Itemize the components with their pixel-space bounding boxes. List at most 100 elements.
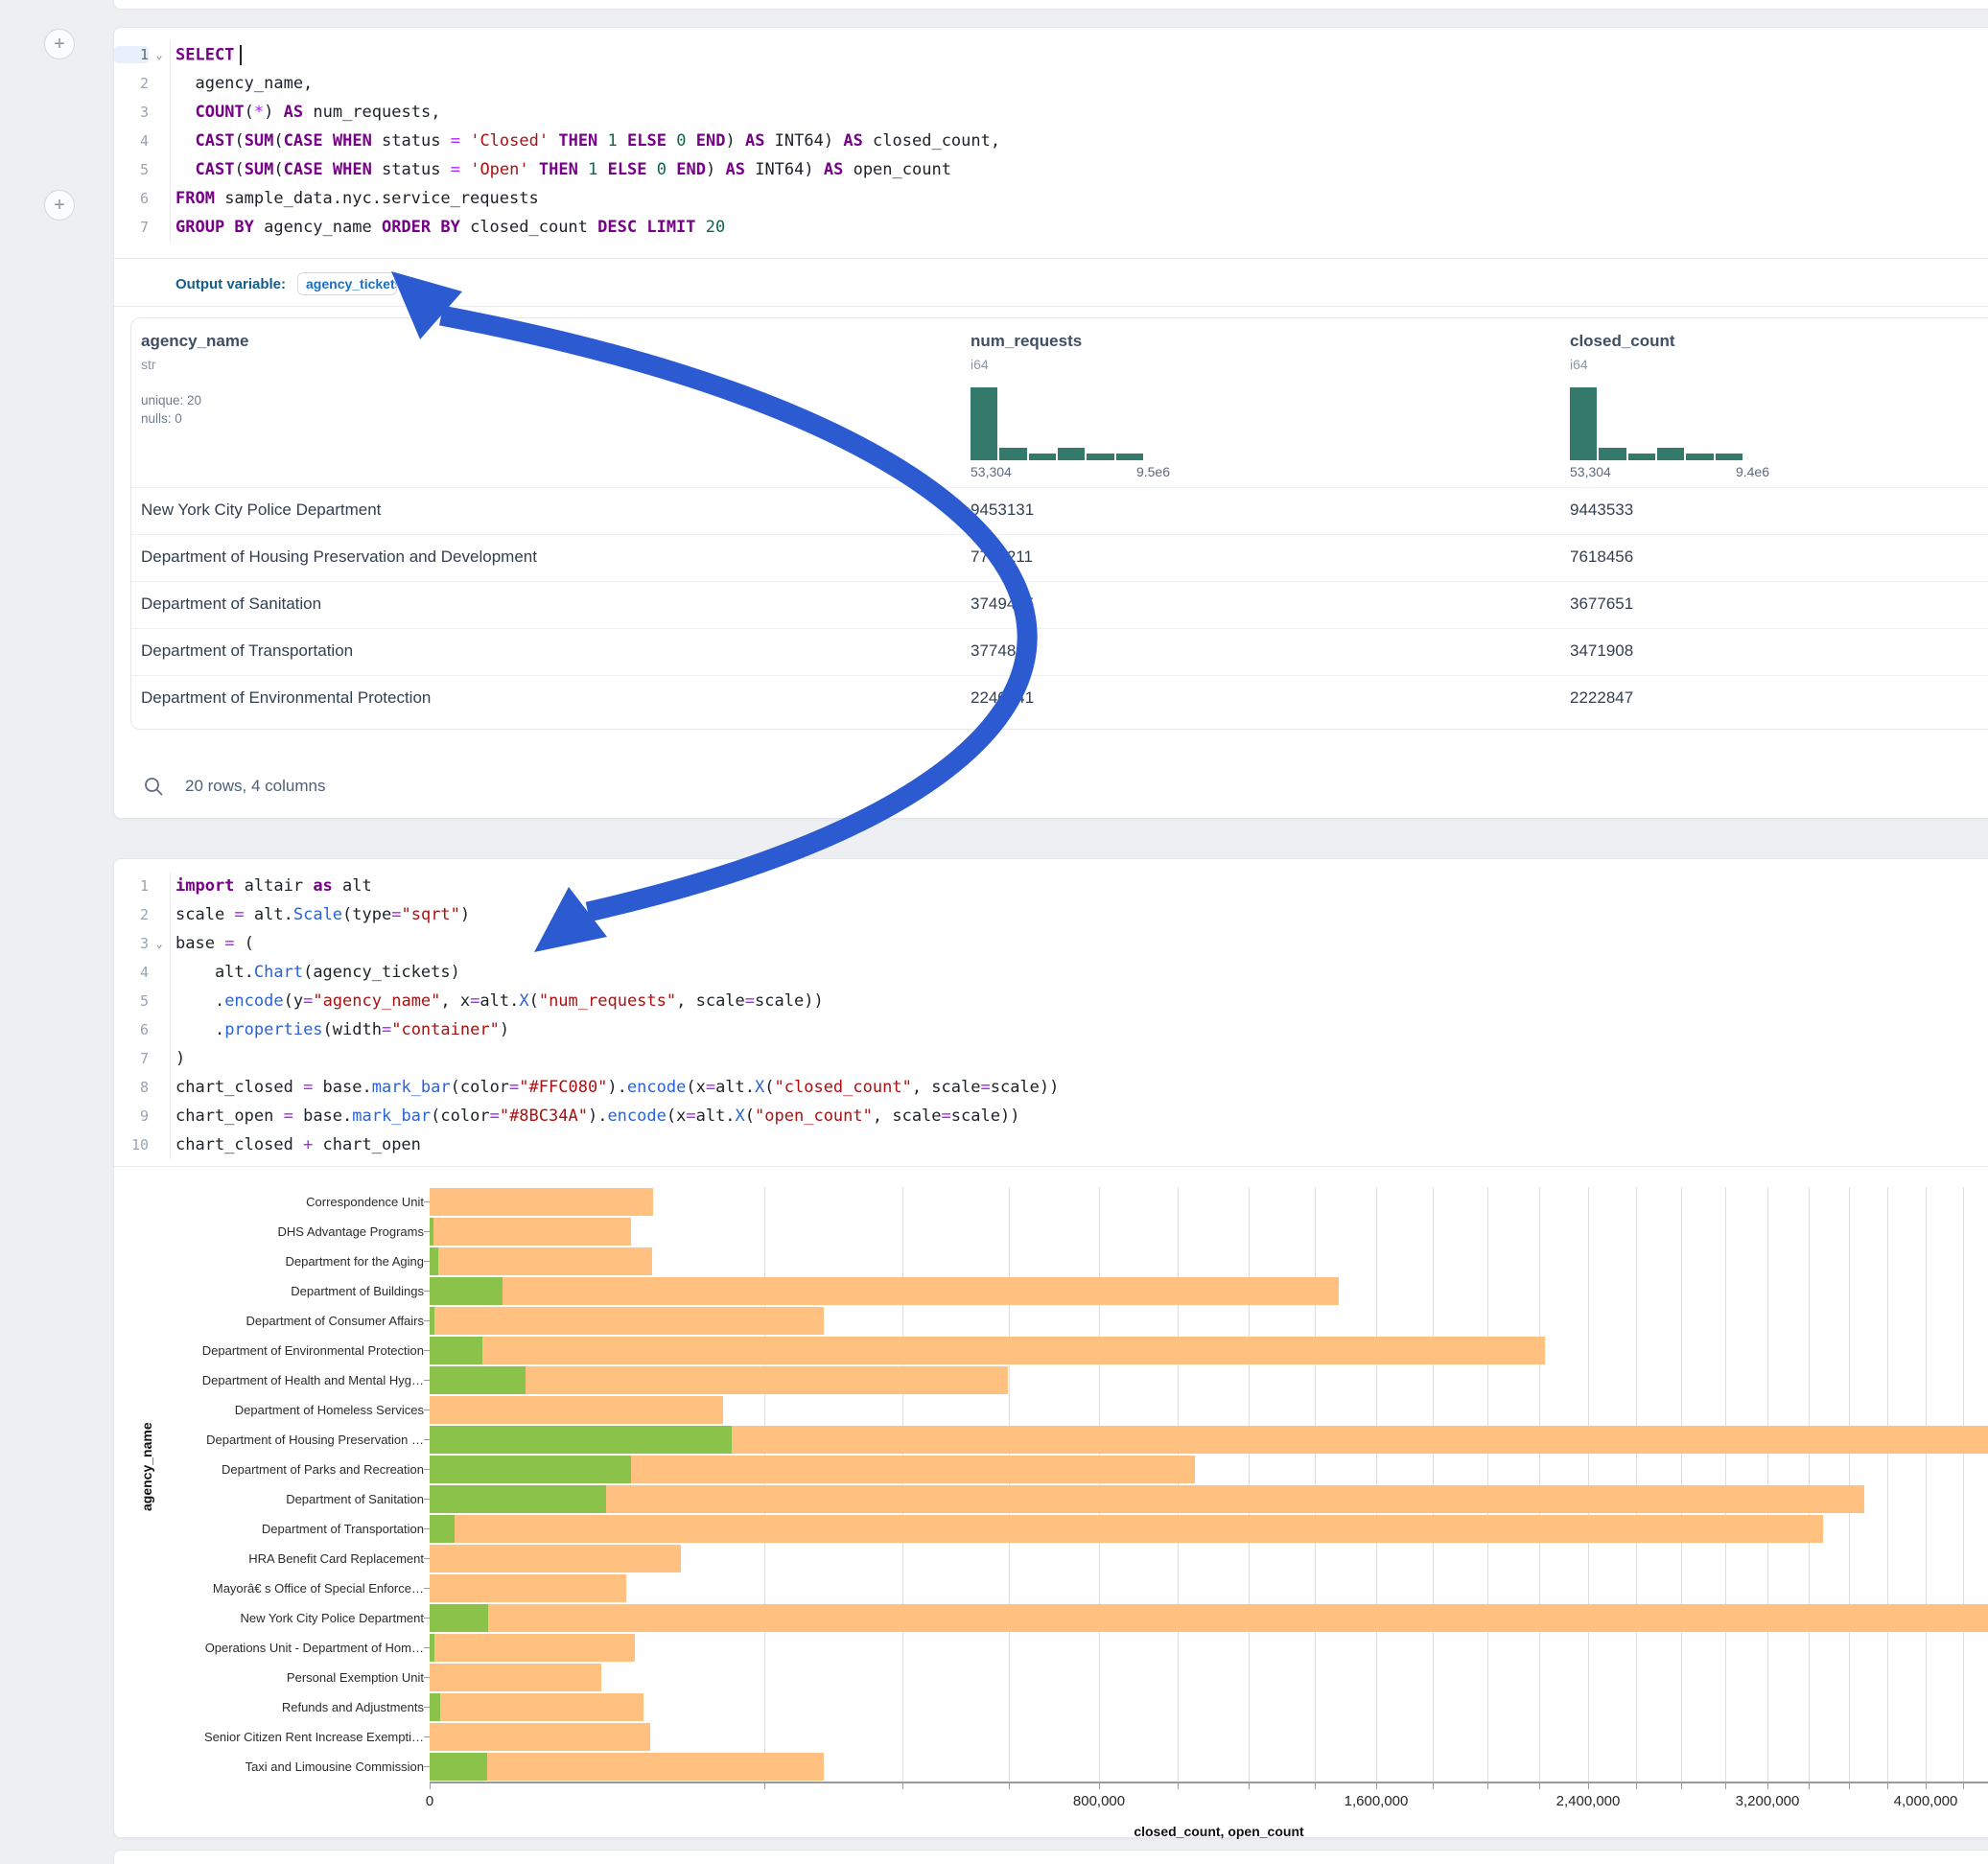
code-line[interactable]: 9chart_open = base.mark_bar(color="#8BC3… [114, 1102, 1988, 1130]
code-line[interactable]: 1import altair as alt [114, 872, 1988, 900]
closed-count-bar[interactable] [430, 1247, 652, 1275]
closed-count-bar[interactable] [430, 1515, 1823, 1543]
collapse-chevron-icon[interactable]: ⌄ [149, 937, 170, 950]
line-number: 5 [114, 992, 149, 1010]
code-text: base = ( [175, 934, 254, 953]
code-line[interactable]: 3⌄base = ( [114, 929, 1988, 958]
y-axis-tick [424, 1558, 430, 1559]
closed-count-bar[interactable] [430, 1307, 824, 1335]
closed-count-bar[interactable] [430, 1218, 631, 1246]
open-count-bar[interactable] [430, 1485, 606, 1513]
closed-count-histogram [1570, 387, 1742, 460]
line-number: 2 [114, 906, 149, 923]
open-count-bar[interactable] [430, 1337, 482, 1364]
add-cell-button-between[interactable]: + [44, 190, 75, 221]
y-axis-label: Department of Consumer Affairs [117, 1314, 424, 1328]
closed-count-bar[interactable] [430, 1277, 1339, 1305]
x-axis-tick [1809, 1783, 1810, 1789]
table-row[interactable]: Department of Transportation377489234719… [131, 628, 1988, 675]
add-cell-button-top[interactable]: + [44, 29, 75, 59]
code-line[interactable]: 6FROM sample_data.nyc.service_requests [114, 184, 1988, 213]
closed-count-bar[interactable] [430, 1337, 1545, 1364]
chart-row [430, 1722, 1988, 1752]
x-axis-tick [1376, 1783, 1377, 1789]
open-count-bar[interactable] [430, 1456, 631, 1483]
code-line[interactable]: 2 agency_name, [114, 69, 1988, 98]
open-count-bar[interactable] [430, 1693, 440, 1721]
y-axis-label: Correspondence Unit [117, 1195, 424, 1209]
code-text: GROUP BY agency_name ORDER BY closed_cou… [175, 218, 725, 237]
cell-agency-name: Department of Environmental Protection [141, 688, 431, 708]
hist-max-label: 9.5e6 [1136, 464, 1170, 479]
closed-count-bar[interactable] [430, 1634, 635, 1662]
table-row[interactable]: Department of Sanitation37494853677651 [131, 581, 1988, 628]
next-cell-edge [113, 1850, 1988, 1864]
open-count-bar[interactable] [430, 1307, 434, 1335]
code-line[interactable]: 5 CAST(SUM(CASE WHEN status = 'Open' THE… [114, 155, 1988, 184]
x-axis-tick [1009, 1783, 1010, 1789]
code-line[interactable]: 7GROUP BY agency_name ORDER BY closed_co… [114, 213, 1988, 242]
cell-agency-name: Department of Housing Preservation and D… [141, 548, 537, 567]
x-axis-title: closed_count, open_count [430, 1824, 1988, 1839]
y-axis-tick [424, 1499, 430, 1500]
x-axis-tick-label: 2,400,000 [1556, 1793, 1621, 1809]
x-axis-tick [1926, 1783, 1927, 1789]
chart-row [430, 1187, 1988, 1217]
cell-closed-count: 7618456 [1570, 548, 1633, 567]
closed-count-bar[interactable] [430, 1693, 643, 1721]
code-line[interactable]: 4 alt.Chart(agency_tickets) [114, 958, 1988, 987]
histogram-bar [1029, 454, 1056, 460]
code-line[interactable]: 10chart_closed + chart_open [114, 1130, 1988, 1159]
table-row[interactable]: Department of Housing Preservation and D… [131, 534, 1988, 581]
open-count-bar[interactable] [430, 1247, 438, 1275]
collapse-chevron-icon[interactable]: ⌄ [149, 48, 170, 61]
closed-count-bar[interactable] [430, 1188, 653, 1216]
code-line[interactable]: 1⌄SELECT [114, 40, 1988, 69]
y-axis-label: Department of Parks and Recreation [117, 1462, 424, 1477]
python-code-editor[interactable]: 1import altair as alt2scale = alt.Scale(… [114, 859, 1988, 1169]
table-row[interactable]: New York City Police Department945313194… [131, 487, 1988, 534]
code-line[interactable]: 7) [114, 1044, 1988, 1073]
closed-count-bar[interactable] [430, 1753, 824, 1781]
line-number: 2 [114, 75, 149, 92]
column-stat-unique: unique: 20 [141, 393, 248, 408]
open-count-bar[interactable] [430, 1753, 487, 1781]
output-variable-badge[interactable]: agency_tickets [297, 272, 397, 295]
y-axis-tick [424, 1261, 430, 1262]
open-count-bar[interactable] [430, 1634, 434, 1662]
open-count-bar[interactable] [430, 1604, 488, 1632]
code-line[interactable]: 3 COUNT(*) AS num_requests, [114, 98, 1988, 127]
closed-count-bar[interactable] [430, 1664, 601, 1691]
table-row[interactable]: Department of Environmental Protection22… [131, 675, 1988, 722]
closed-count-bar[interactable] [430, 1604, 1988, 1632]
column-header-closed-count[interactable]: closed_count i64 53,304 9.4e6 [1570, 332, 1769, 479]
code-line[interactable]: 4 CAST(SUM(CASE WHEN status = 'Closed' T… [114, 127, 1988, 155]
column-header-num-requests[interactable]: num_requests i64 53,304 9.5e6 [971, 332, 1170, 479]
code-line[interactable]: 5 .encode(y="agency_name", x=alt.X("num_… [114, 987, 1988, 1015]
column-header-agency-name[interactable]: agency_name str unique: 20 nulls: 0 [141, 332, 248, 426]
sql-code-editor[interactable]: 1⌄SELECT2 agency_name,3 COUNT(*) AS num_… [114, 28, 1988, 251]
y-axis-tick [424, 1736, 430, 1737]
open-count-bar[interactable] [430, 1426, 732, 1454]
chart-row [430, 1603, 1988, 1633]
closed-count-bar[interactable] [430, 1485, 1864, 1513]
closed-count-bar[interactable] [430, 1545, 681, 1573]
open-count-bar[interactable] [430, 1218, 433, 1246]
y-axis-label: HRA Benefit Card Replacement [117, 1551, 424, 1566]
column-type: str [141, 357, 248, 372]
closed-count-bar[interactable] [430, 1396, 723, 1424]
output-variable-label: Output variable: [175, 276, 286, 292]
search-icon[interactable] [143, 776, 164, 797]
closed-count-bar[interactable] [430, 1574, 626, 1602]
chart-plot-area[interactable] [430, 1187, 1988, 1782]
code-line[interactable]: 2scale = alt.Scale(type="sqrt") [114, 900, 1988, 929]
chart-row [430, 1633, 1988, 1663]
closed-count-bar[interactable] [430, 1723, 650, 1751]
column-type: i64 [971, 357, 1170, 372]
code-line[interactable]: 8chart_closed = base.mark_bar(color="#FF… [114, 1073, 1988, 1102]
open-count-bar[interactable] [430, 1515, 455, 1543]
open-count-bar[interactable] [430, 1277, 503, 1305]
code-line[interactable]: 6 .properties(width="container") [114, 1015, 1988, 1044]
open-count-bar[interactable] [430, 1366, 526, 1394]
cell-closed-count: 3677651 [1570, 594, 1633, 614]
